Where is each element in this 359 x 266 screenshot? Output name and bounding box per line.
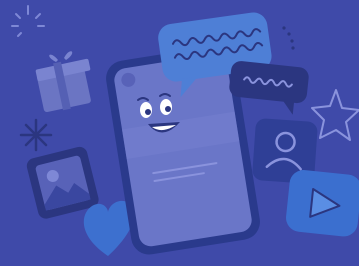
illustration-canvas [0, 0, 359, 266]
asterisk-sparkle-icon [19, 118, 53, 152]
star-outline-icon [311, 89, 359, 141]
illustration-svg [11, 5, 359, 256]
sparkle-burst-icon [11, 5, 45, 37]
gift-icon [35, 51, 91, 113]
dotted-trail [282, 26, 295, 50]
play-button-icon [286, 169, 359, 237]
